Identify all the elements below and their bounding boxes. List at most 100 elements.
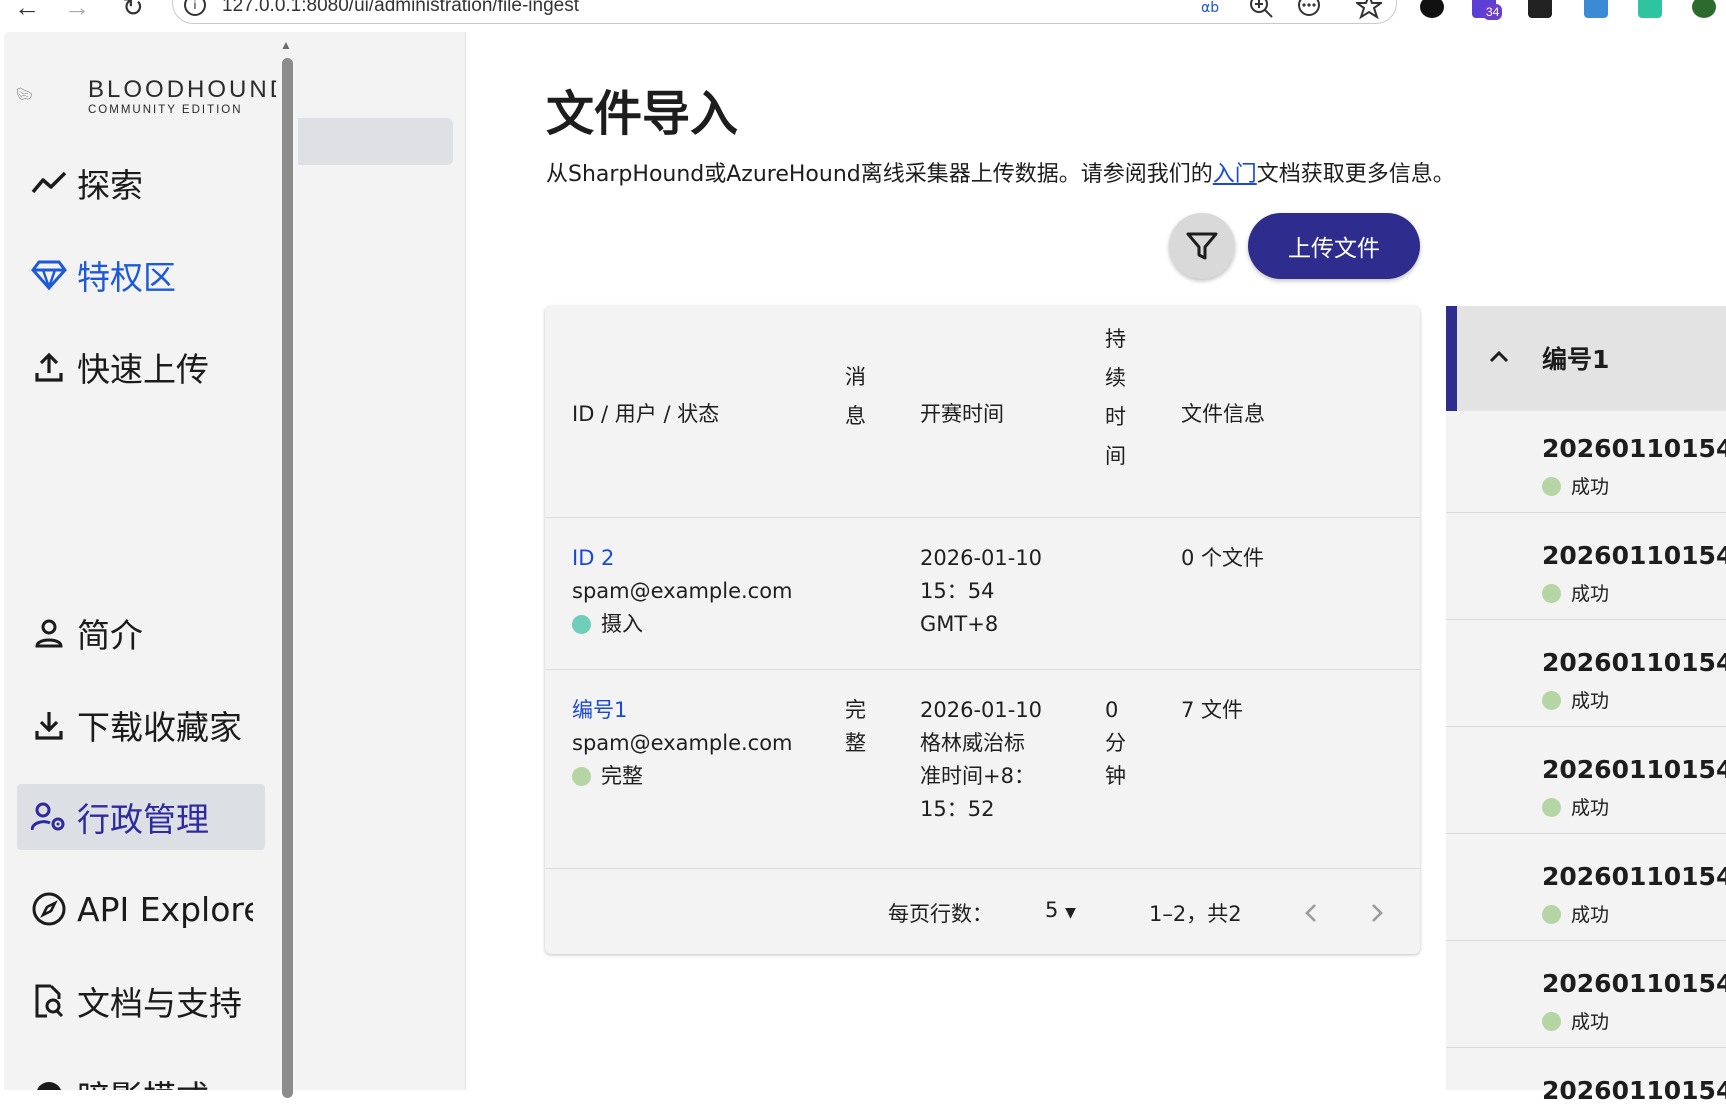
rows-per-page-label: 每页行数：	[888, 902, 993, 926]
column-header-message: 消息	[845, 365, 866, 428]
row-user: spam@example.com	[572, 579, 793, 603]
table-row-start-cell: 2026-01-10 格林威治标 准时间+8： 15：52	[920, 694, 1042, 826]
column-header-file-info: 文件信息	[1181, 402, 1265, 426]
row-divider	[545, 868, 1420, 869]
start-time-line: 2026-01-10	[920, 698, 1043, 722]
detail-file-id: 202601101545	[1542, 969, 1726, 998]
status-text: 完整	[601, 764, 643, 788]
chevron-right-icon[interactable]	[1369, 902, 1385, 924]
getting-started-link[interactable]: 入门	[1213, 162, 1257, 187]
sidebar-item-label: 简介	[77, 616, 143, 655]
bloodhound-logo-icon	[16, 87, 32, 100]
filter-button[interactable]	[1169, 213, 1235, 279]
admin-subnav	[298, 32, 466, 1090]
detail-panel-title: 编号1	[1542, 345, 1610, 374]
intro-text: 从SharpHound或AzureHound离线采集器上传数据。请参阅我们的入门…	[546, 156, 1455, 188]
translate-icon[interactable]: αb	[1200, 0, 1226, 20]
sidebar-item-label: 探索	[77, 166, 143, 205]
table-row-id-cell: 编号1 spam@example.com 完整	[572, 694, 793, 793]
sidebar: BLOODHOUND COMMUNITY EDITION 探索 特权区 快速上传…	[4, 32, 276, 1090]
row-divider	[1446, 940, 1726, 941]
sidebar-item-label: 文档与支持	[77, 984, 242, 1023]
ingest-id-link[interactable]: 编号1	[572, 694, 793, 727]
pagination: 每页行数： 5 ▼ 1–2，共2	[545, 898, 1420, 928]
column-header-start-time: 开赛时间	[920, 402, 1004, 426]
sidebar-item-label: 快速上传	[77, 350, 209, 389]
status-dot-icon	[1542, 1012, 1561, 1031]
logo-subtitle: COMMUNITY EDITION	[88, 104, 243, 116]
sidebar-item-explore[interactable]: 探索	[17, 150, 265, 216]
status-dot-icon	[1542, 477, 1561, 496]
scroll-up-arrow-icon[interactable]: ▲	[280, 38, 292, 52]
row-divider	[1446, 833, 1726, 834]
ingest-id-link[interactable]: ID 2	[572, 542, 793, 575]
ingest-table: ID / 用户 / 状态 消息 开赛时间 持续时间 文件信息 ID 2 spam…	[545, 306, 1420, 954]
table-row-duration-cell: 0分钟	[1105, 698, 1126, 788]
admin-subnav-selected-item[interactable]	[298, 118, 453, 165]
chevron-up-icon[interactable]	[1488, 346, 1510, 368]
detail-file-status: 成功	[1542, 793, 1609, 820]
status-dot-icon	[572, 767, 591, 786]
user-gear-icon	[31, 802, 65, 831]
reload-icon[interactable]: ↻	[122, 0, 144, 23]
gem-icon	[31, 260, 67, 291]
trend-line-icon	[31, 171, 67, 194]
status-dot-icon	[572, 615, 591, 634]
row-divider	[1446, 512, 1726, 513]
sidebar-scrollbar-thumb[interactable]	[282, 58, 293, 1098]
extension-badge: 34	[1483, 4, 1503, 20]
sidebar-item-profile[interactable]: 简介	[17, 600, 265, 666]
rows-per-page-select[interactable]: 5 ▼	[1045, 898, 1076, 922]
sidebar-item-dark-mode[interactable]: 暗影模式	[17, 1062, 265, 1090]
row-divider	[545, 517, 1420, 518]
detail-file-id: 202601101545	[1542, 755, 1726, 784]
url-text[interactable]: 127.0.0.1:8080/ui/administration/file-in…	[222, 0, 579, 17]
row-divider	[1446, 726, 1726, 727]
table-row-id-cell: ID 2 spam@example.com 摄入	[572, 542, 793, 641]
forward-icon[interactable]: →	[64, 0, 90, 23]
browser-toolbar: ← → ↻ i 127.0.0.1:8080/ui/administration…	[0, 0, 1726, 28]
extension-icon[interactable]	[1420, 0, 1444, 18]
sidebar-item-download-collectors[interactable]: 下载收藏家	[17, 692, 265, 758]
more-options-icon[interactable]	[1296, 0, 1322, 20]
extension-icon[interactable]	[1584, 0, 1608, 18]
extension-icon[interactable]	[1528, 0, 1552, 18]
detail-file-status: 成功	[1542, 472, 1609, 499]
back-icon[interactable]: ←	[14, 0, 40, 23]
sidebar-item-docs-support[interactable]: 文档与支持	[17, 968, 265, 1034]
start-time-line: 格林威治标	[920, 731, 1025, 755]
zoom-icon[interactable]	[1248, 0, 1274, 20]
extension-icon[interactable]	[1638, 0, 1662, 18]
start-time-line: 准时间+8：	[920, 764, 1035, 788]
sidebar-item-api-explorer[interactable]: API Explorer	[17, 876, 265, 942]
status-dot-icon	[1542, 798, 1561, 817]
dropdown-arrow-icon: ▼	[1065, 905, 1076, 921]
sidebar-item-administration[interactable]: 行政管理	[17, 784, 265, 850]
start-time-line: 15：54	[920, 579, 995, 603]
intro-text-part: 从SharpHound或AzureHound离线采集器上传数据。请参阅我们的	[546, 162, 1213, 187]
detail-file-status: 成功	[1542, 900, 1609, 927]
upload-files-button[interactable]: 上传文件	[1248, 213, 1420, 279]
rows-per-page-value: 5	[1045, 898, 1059, 922]
filter-icon	[1186, 232, 1218, 260]
intro-text-part: 文档获取更多信息。	[1256, 162, 1455, 187]
sidebar-item-privilege-zones[interactable]: 特权区	[17, 242, 265, 308]
sidebar-item-label: 下载收藏家	[77, 708, 242, 747]
profile-avatar[interactable]	[1692, 0, 1716, 18]
row-divider	[1446, 619, 1726, 620]
bookmark-star-icon[interactable]	[1356, 0, 1382, 20]
status-dot-icon	[1542, 691, 1561, 710]
status-badge: 摄入	[572, 608, 793, 641]
start-time-line: GMT+8	[920, 612, 999, 636]
column-header-duration: 持续时间	[1105, 327, 1126, 468]
moon-icon	[37, 1082, 61, 1090]
status-dot-icon	[1542, 584, 1561, 603]
status-text: 摄入	[601, 612, 643, 636]
doc-search-icon	[35, 984, 64, 1018]
detail-file-status: 成功	[1542, 1007, 1609, 1034]
sidebar-item-label: 暗影模式	[77, 1071, 209, 1090]
table-row-files-cell: 0 个文件	[1181, 546, 1265, 570]
sidebar-item-quick-upload[interactable]: 快速上传	[17, 334, 265, 400]
chevron-left-icon[interactable]	[1303, 902, 1319, 924]
detail-file-id: 202601101545	[1542, 541, 1726, 570]
